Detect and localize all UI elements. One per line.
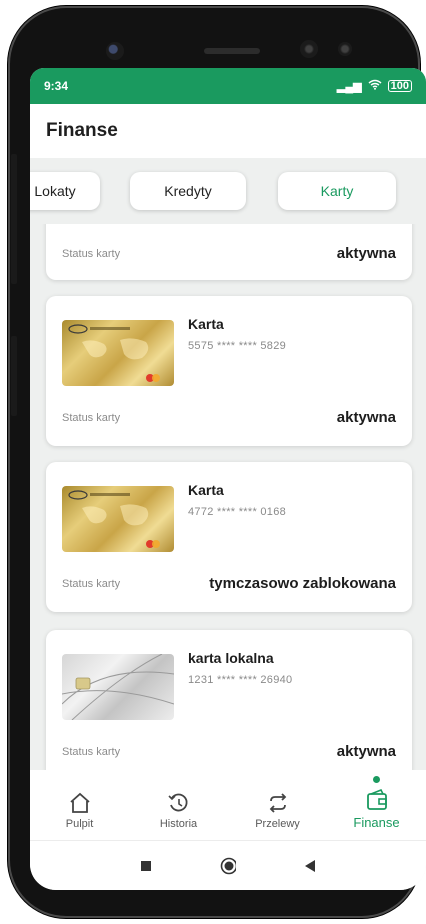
- status-value: aktywna: [336, 743, 396, 760]
- status-value: aktywna: [336, 409, 396, 426]
- recent-apps-button[interactable]: [138, 858, 154, 874]
- signal-icon: ▂▄▆: [336, 80, 362, 93]
- earpiece-speaker: [204, 48, 260, 54]
- gray-card-icon: [62, 654, 174, 720]
- wallet-icon: [366, 789, 387, 810]
- card-name: Karta: [188, 316, 224, 332]
- gold-card-icon: [62, 320, 174, 386]
- status-label: Status karty: [62, 746, 121, 758]
- card-item[interactable]: Karta 4772 **** **** 0168 Status karty t…: [46, 462, 412, 612]
- card-list: Status karty aktywna Karta 5575 **** ***…: [30, 224, 426, 794]
- app-bar: Finanse: [30, 104, 426, 158]
- page-title: Finanse: [46, 120, 118, 141]
- nav-label: Finanse: [353, 815, 400, 830]
- volume-button: [11, 154, 17, 284]
- card-number: 1231 **** **** 26940: [188, 674, 293, 686]
- back-button[interactable]: [302, 858, 318, 874]
- screen: 9:34 ▂▄▆ 100 Finanse Lokaty Kredyty Kart…: [30, 68, 426, 890]
- nav-przelewy[interactable]: Przelewy: [228, 770, 327, 840]
- nav-label: Pulpit: [65, 818, 94, 830]
- status-label: Status karty: [62, 412, 121, 424]
- tab-lokaty[interactable]: Lokaty: [30, 172, 100, 210]
- card-name: karta lokalna: [188, 650, 274, 666]
- active-indicator-dot: [373, 776, 380, 783]
- battery-icon: 100: [387, 80, 412, 92]
- nav-historia[interactable]: Historia: [129, 770, 228, 840]
- wifi-icon: [368, 79, 382, 93]
- sensor: [338, 42, 352, 56]
- front-camera: [106, 42, 124, 60]
- sensor: [300, 40, 318, 58]
- nav-label: Przelewy: [255, 818, 300, 830]
- system-navigation-bar: [30, 840, 426, 890]
- status-bar: 9:34 ▂▄▆ 100: [30, 68, 426, 104]
- status-time: 9:34: [44, 79, 69, 93]
- tab-karty[interactable]: Karty: [278, 172, 396, 210]
- status-label: Status karty: [62, 248, 121, 260]
- home-icon: [69, 792, 90, 813]
- tab-bar: Lokaty Kredyty Karty: [30, 158, 426, 224]
- card-number: 5575 **** **** 5829: [188, 340, 287, 352]
- bottom-navigation: Pulpit Historia Przelewy Finanse: [30, 770, 426, 840]
- transfer-icon: [269, 793, 286, 813]
- card-item[interactable]: Karta 5575 **** **** 5829 Status karty a…: [46, 296, 412, 446]
- nav-finanse[interactable]: Finanse: [327, 770, 426, 840]
- history-icon: [167, 793, 187, 812]
- nav-pulpit[interactable]: Pulpit: [30, 770, 129, 840]
- square-icon: [141, 860, 151, 871]
- phone-frame: 9:34 ▂▄▆ 100 Finanse Lokaty Kredyty Kart…: [8, 6, 426, 918]
- status-label: Status karty: [62, 578, 121, 590]
- status-value: tymczasowo zablokowana: [209, 575, 396, 592]
- circle-icon: [220, 857, 236, 874]
- power-button: [11, 336, 17, 416]
- back-triangle-icon: [305, 859, 315, 872]
- card-item[interactable]: karta lokalna 1231 **** **** 26940 Statu…: [46, 630, 412, 780]
- gold-card-icon: [62, 486, 174, 552]
- tab-kredyty[interactable]: Kredyty: [130, 172, 246, 210]
- card-number: 4772 **** **** 0168: [188, 506, 287, 518]
- nav-label: Historia: [159, 818, 198, 830]
- card-name: Karta: [188, 482, 224, 498]
- status-value: aktywna: [336, 245, 396, 262]
- card-item[interactable]: Status karty aktywna: [46, 224, 412, 280]
- home-button[interactable]: [220, 857, 236, 874]
